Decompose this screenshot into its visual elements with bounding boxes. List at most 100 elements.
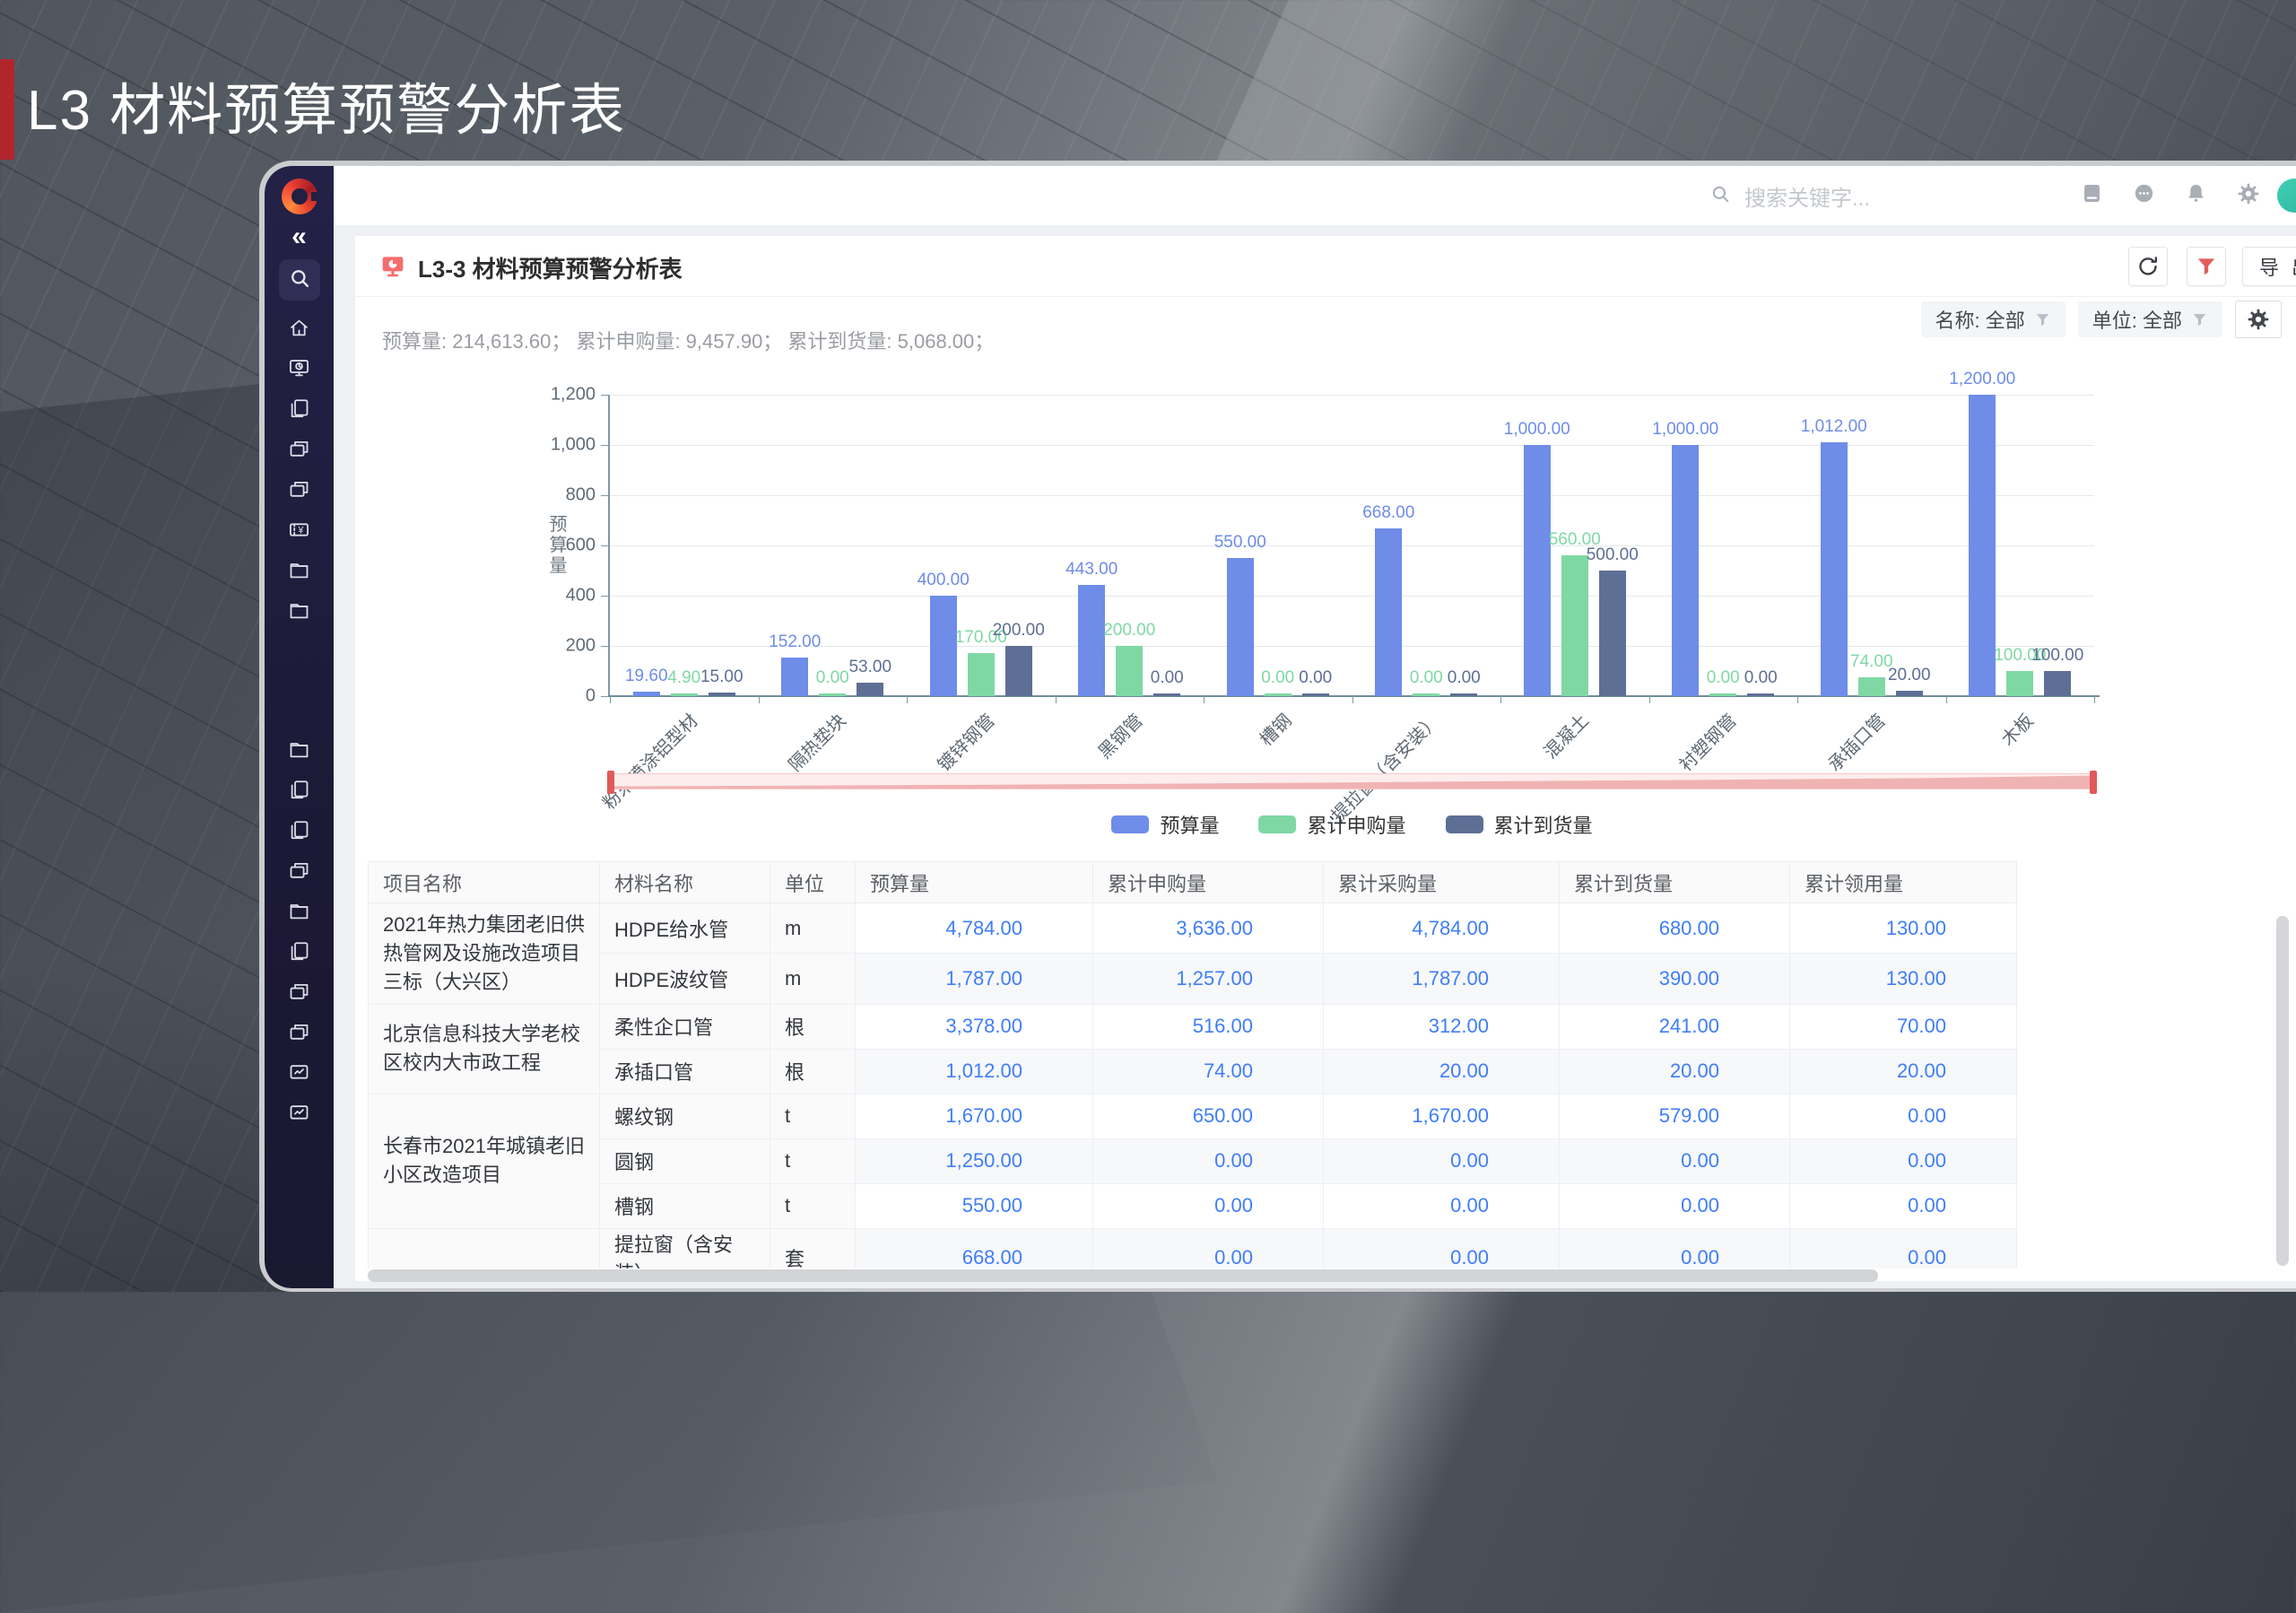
sidebar-item-windows[interactable] (265, 1014, 334, 1054)
bar-累计到货量[interactable] (1450, 693, 1478, 696)
datazoom-left-handle[interactable] (607, 771, 614, 794)
chart-settings-button[interactable] (2235, 301, 2282, 338)
cell-value-link[interactable]: 0.00 (1092, 1138, 1324, 1184)
bar-累计申购量[interactable] (819, 693, 847, 696)
bar-累计到货量[interactable] (1153, 693, 1181, 696)
sidebar-search-button[interactable] (279, 259, 320, 301)
cell-value-link[interactable]: 130.00 (1789, 902, 2017, 955)
app-logo-icon[interactable] (282, 179, 319, 214)
datazoom-right-handle[interactable] (2090, 771, 2097, 794)
bar-累计申购量[interactable] (1264, 693, 1292, 696)
cell-value-link[interactable]: 0.00 (1323, 1138, 1560, 1184)
cell-value-link[interactable]: 390.00 (1559, 953, 1790, 1005)
datazoom-slider[interactable] (607, 771, 2097, 794)
cell-value-link[interactable]: 650.00 (1092, 1093, 1324, 1139)
bar-预算量[interactable] (1672, 445, 1700, 696)
bar-预算量[interactable] (1969, 395, 1996, 696)
cell-value-link[interactable]: 312.00 (1323, 1003, 1560, 1050)
legend-item-预算量[interactable]: 预算量 (1111, 810, 1219, 839)
sidebar-item-folder[interactable] (265, 592, 334, 632)
chat-icon[interactable] (2132, 181, 2156, 210)
cell-value-link[interactable]: 1,670.00 (855, 1093, 1093, 1139)
filter-button[interactable] (2187, 247, 2226, 286)
refresh-button[interactable] (2128, 247, 2168, 286)
bar-累计到货量[interactable] (1598, 571, 1626, 696)
cell-value-link[interactable]: 0.00 (1789, 1182, 2017, 1229)
cell-value-link[interactable]: 20.00 (1559, 1048, 1790, 1094)
sidebar-item-copy[interactable] (265, 772, 334, 812)
sidebar-item-folder[interactable] (265, 552, 334, 592)
legend-item-累计到货量[interactable]: 累计到货量 (1445, 810, 1593, 839)
name-filter-chip[interactable]: 名称: 全部 (1920, 301, 2066, 337)
cell-value-link[interactable]: 0.00 (1092, 1227, 1324, 1269)
unit-filter-chip[interactable]: 单位: 全部 (2077, 301, 2222, 337)
cell-value-link[interactable]: 3,636.00 (1092, 902, 1324, 955)
sidebar-item-home[interactable] (265, 310, 334, 350)
cell-value-link[interactable]: 74.00 (1092, 1048, 1324, 1094)
bell-icon[interactable] (2184, 181, 2208, 210)
cell-value-link[interactable]: 0.00 (1092, 1182, 1324, 1229)
cell-value-link[interactable]: 0.00 (1559, 1227, 1790, 1269)
bar-预算量[interactable] (1523, 445, 1551, 696)
cell-value-link[interactable]: 1,787.00 (1323, 953, 1560, 1005)
sidebar-item-trend[interactable] (265, 1094, 334, 1135)
sidebar-item-trend[interactable] (265, 1054, 334, 1094)
bar-累计到货量[interactable] (1747, 693, 1775, 696)
sidebar-item-copy[interactable] (265, 812, 334, 852)
vertical-scrollbar[interactable] (2276, 916, 2289, 1266)
sidebar-item-folder[interactable] (265, 893, 334, 933)
bar-预算量[interactable] (632, 692, 660, 696)
bar-累计申购量[interactable] (1709, 693, 1737, 696)
sidebar-item-copy[interactable] (265, 390, 334, 431)
horizontal-scrollbar[interactable] (368, 1269, 1878, 1282)
bar-累计申购量[interactable] (670, 693, 698, 696)
cell-value-link[interactable]: 0.00 (1323, 1227, 1560, 1269)
cell-value-link[interactable]: 20.00 (1789, 1048, 2017, 1094)
bar-累计申购量[interactable] (2006, 671, 2034, 696)
sidebar-item-windows[interactable] (265, 471, 334, 511)
cell-value-link[interactable]: 1,257.00 (1092, 953, 1324, 1005)
bar-累计申购量[interactable] (1857, 677, 1885, 696)
sidebar-item-ticket[interactable]: ¥ (265, 511, 334, 552)
bar-累计到货量[interactable] (1301, 693, 1329, 696)
cell-value-link[interactable]: 668.00 (855, 1227, 1093, 1269)
bar-累计申购量[interactable] (967, 653, 995, 696)
bar-预算量[interactable] (1078, 585, 1106, 696)
bar-累计申购量[interactable] (1116, 646, 1144, 696)
cell-value-link[interactable]: 130.00 (1789, 953, 2017, 1005)
bar-累计到货量[interactable] (2044, 671, 2072, 696)
cell-value-link[interactable]: 0.00 (1789, 1138, 2017, 1184)
bar-预算量[interactable] (1820, 442, 1848, 696)
sidebar-item-folder[interactable] (265, 731, 334, 772)
legend-item-累计申购量[interactable]: 累计申购量 (1258, 810, 1406, 839)
gear-icon[interactable] (2236, 181, 2261, 211)
global-search-input[interactable]: 搜索关键字... (1709, 166, 1870, 225)
cell-value-link[interactable]: 241.00 (1559, 1003, 1790, 1050)
cell-value-link[interactable]: 1,250.00 (855, 1138, 1093, 1184)
cell-value-link[interactable]: 550.00 (855, 1182, 1093, 1229)
bar-累计到货量[interactable] (708, 693, 735, 696)
cell-value-link[interactable]: 3,378.00 (855, 1003, 1093, 1050)
sidebar-item-copy[interactable] (265, 933, 334, 973)
bar-累计到货量[interactable] (1895, 691, 1923, 696)
manual-icon[interactable] (2080, 181, 2104, 210)
cell-value-link[interactable]: 0.00 (1559, 1138, 1790, 1184)
bar-预算量[interactable] (929, 596, 957, 696)
cell-value-link[interactable]: 1,787.00 (855, 953, 1093, 1005)
sidebar-item-monitor[interactable] (265, 350, 334, 390)
cell-value-link[interactable]: 20.00 (1323, 1048, 1560, 1094)
avatar[interactable] (2277, 179, 2296, 213)
bar-累计申购量[interactable] (1561, 555, 1588, 696)
cell-value-link[interactable]: 0.00 (1323, 1182, 1560, 1229)
cell-value-link[interactable]: 0.00 (1789, 1227, 2017, 1269)
bar-预算量[interactable] (1226, 558, 1254, 696)
cell-value-link[interactable]: 70.00 (1789, 1003, 2017, 1050)
collapse-sidebar-icon[interactable]: « (265, 222, 334, 252)
export-button[interactable]: 导 出 (2242, 247, 2296, 286)
cell-value-link[interactable]: 4,784.00 (855, 902, 1093, 955)
bar-累计到货量[interactable] (1004, 646, 1032, 696)
cell-value-link[interactable]: 516.00 (1092, 1003, 1324, 1050)
cell-value-link[interactable]: 1,670.00 (1323, 1093, 1560, 1139)
bar-预算量[interactable] (781, 658, 809, 696)
bar-预算量[interactable] (1375, 528, 1403, 696)
